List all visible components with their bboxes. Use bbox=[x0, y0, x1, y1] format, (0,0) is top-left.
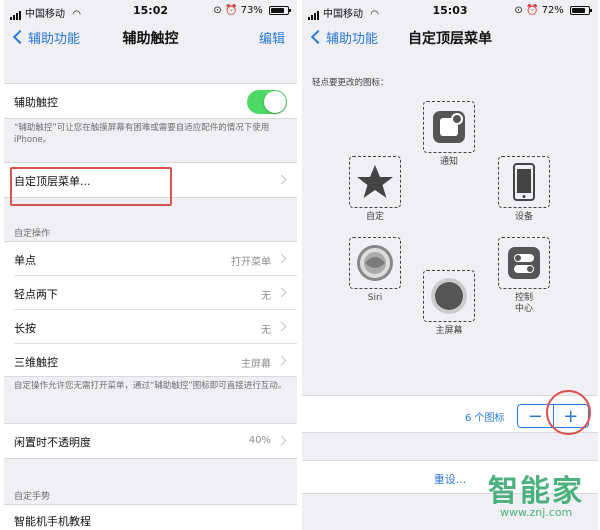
icon-count-label: 6 个图标 bbox=[465, 413, 505, 424]
action-row[interactable]: 长按 无 bbox=[4, 310, 297, 344]
toggles-icon bbox=[508, 247, 540, 279]
action-value: 无 bbox=[261, 325, 271, 336]
custom-actions-header: 自定操作 bbox=[14, 229, 51, 239]
assistive-note: “辅助触控”可让您在触摸屏幕有困难或需要自适应配件的情况下使用 iPhone。 bbox=[14, 123, 270, 145]
lock-rotation-icon: ⊙ bbox=[514, 5, 523, 16]
status-bar: 中国移动 ◠ 15:02 ⊙ ⏰ 73% bbox=[4, 0, 297, 22]
assistive-touch-row: 辅助触控 bbox=[4, 84, 297, 118]
gestures-group: 智能机手机教程 bbox=[4, 504, 297, 530]
highlight-circle bbox=[546, 390, 591, 435]
page-title: 辅助触控 bbox=[122, 31, 179, 47]
lock-rotation-icon: ⊙ bbox=[213, 5, 222, 16]
toggle-knob bbox=[264, 91, 286, 113]
phone-icon bbox=[513, 163, 535, 201]
nav-bar: 辅助功能 自定顶层菜单 bbox=[302, 22, 598, 54]
tile-control-center[interactable] bbox=[498, 237, 550, 289]
chevron-right-icon bbox=[276, 435, 287, 446]
tile-notification[interactable] bbox=[423, 101, 475, 153]
idle-opacity-value: 40% bbox=[248, 435, 271, 446]
star-icon bbox=[357, 165, 393, 198]
watermark-url: www.znj.com bbox=[500, 506, 573, 519]
tile-custom[interactable] bbox=[349, 156, 401, 208]
gesture-label: 智能机手机教程 bbox=[14, 515, 91, 528]
assistive-touch-toggle[interactable] bbox=[247, 90, 287, 114]
action-label: 三维触控 bbox=[14, 356, 58, 369]
tile-label-device: 设备 bbox=[514, 212, 533, 222]
chevron-right-icon bbox=[276, 253, 287, 264]
status-right: ⊙ ⏰ 72% bbox=[514, 5, 592, 16]
action-label: 单点 bbox=[14, 254, 36, 267]
action-value: 打开菜单 bbox=[231, 257, 271, 268]
chevron-right-icon bbox=[276, 287, 287, 298]
edit-button[interactable]: 编辑 bbox=[259, 28, 285, 47]
battery-icon bbox=[570, 5, 592, 15]
action-row[interactable]: 单点 打开菜单 bbox=[4, 242, 297, 276]
assistive-touch-label: 辅助触控 bbox=[14, 96, 58, 109]
assistive-touch-group: 辅助触控 bbox=[4, 83, 297, 119]
prompt-text: 轻点要更改的图标： bbox=[312, 78, 389, 88]
nav-bar: 辅助功能 辅助触控 编辑 bbox=[4, 22, 297, 54]
battery-percent: 73% bbox=[240, 5, 263, 16]
tile-siri[interactable] bbox=[349, 237, 401, 289]
tile-home[interactable] bbox=[423, 270, 475, 322]
highlight-box bbox=[10, 167, 172, 206]
tile-label-home: 主屏幕 bbox=[435, 326, 463, 336]
left-screen: 中国移动 ◠ 15:02 ⊙ ⏰ 73% 辅助功能 辅助触控 编辑 辅助触控 “… bbox=[4, 0, 297, 530]
action-value: 主屏幕 bbox=[241, 359, 271, 370]
idle-opacity-group: 闲置时不透明度 40% bbox=[4, 423, 297, 459]
alarm-icon: ⏰ bbox=[224, 5, 238, 16]
battery-icon bbox=[269, 5, 291, 15]
right-screen: 中国移动 ◠ 15:03 ⊙ ⏰ 72% 辅助功能 自定顶层菜单 轻点要更改的图… bbox=[302, 0, 598, 530]
action-label: 长按 bbox=[14, 322, 36, 335]
custom-actions-group: 单点 打开菜单 轻点两下 无 长按 无 三维触控 主屏幕 bbox=[4, 241, 297, 377]
action-label: 轻点两下 bbox=[14, 288, 58, 301]
tile-label-siri: Siri bbox=[367, 293, 383, 303]
gestures-header: 自定手势 bbox=[14, 492, 51, 502]
idle-opacity-label: 闲置时不透明度 bbox=[14, 436, 91, 449]
tile-device[interactable] bbox=[498, 156, 550, 208]
actions-note: 自定操作允许您无需打开菜单，通过“辅助触控”图标即可直接进行互动。 bbox=[14, 381, 287, 391]
notification-icon bbox=[433, 111, 465, 143]
action-row[interactable]: 轻点两下 无 bbox=[4, 276, 297, 310]
gesture-row[interactable]: 智能机手机教程 bbox=[4, 505, 297, 530]
watermark-logo: 智能家 bbox=[488, 474, 584, 509]
siri-icon bbox=[357, 245, 393, 281]
chevron-right-icon bbox=[276, 355, 287, 366]
alarm-icon: ⏰ bbox=[525, 5, 539, 16]
action-row[interactable]: 三维触控 主屏幕 bbox=[4, 344, 297, 378]
tile-label-control-center: 控制 中心 bbox=[514, 293, 533, 314]
action-value: 无 bbox=[261, 291, 271, 302]
idle-opacity-row[interactable]: 闲置时不透明度 40% bbox=[4, 424, 297, 458]
battery-percent: 72% bbox=[541, 5, 564, 16]
tile-label-notification: 通知 bbox=[439, 157, 458, 167]
status-bar: 中国移动 ◠ 15:03 ⊙ ⏰ 72% bbox=[302, 0, 598, 22]
chevron-right-icon bbox=[276, 174, 287, 185]
tile-label-custom: 自定 bbox=[365, 212, 384, 222]
chevron-right-icon bbox=[276, 321, 287, 332]
page-title: 自定顶层菜单 bbox=[408, 31, 492, 47]
home-button-icon bbox=[431, 278, 467, 314]
status-right: ⊙ ⏰ 73% bbox=[213, 5, 291, 16]
